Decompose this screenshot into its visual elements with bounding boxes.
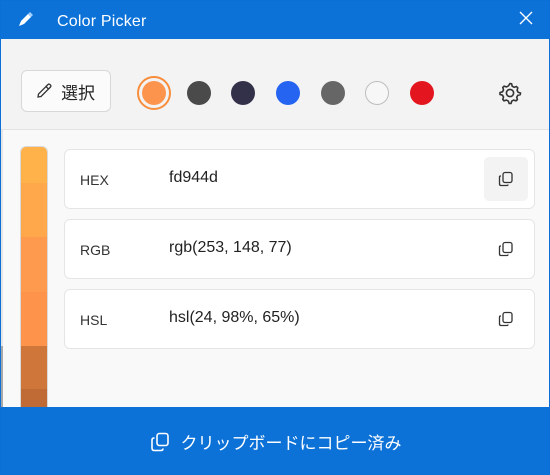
shade-segment[interactable] [21, 183, 47, 237]
shade-segment[interactable] [21, 292, 47, 346]
close-button[interactable] [503, 1, 549, 35]
select-label: 選択 [61, 83, 95, 103]
content-area: HEX fd944d RGB rgb(253, 148, 77) HSL hsl [1, 130, 549, 408]
copy-hex-button[interactable] [484, 157, 528, 201]
format-label: RGB [80, 242, 111, 258]
copy-icon [498, 241, 513, 257]
swatch-fill [142, 81, 166, 105]
color-shade-bar[interactable] [20, 146, 48, 408]
hex-row: HEX fd944d [64, 149, 535, 209]
eyedropper-icon [37, 83, 52, 98]
color-swatch[interactable] [276, 81, 300, 105]
format-value: fd944d [169, 169, 218, 186]
color-swatch[interactable] [187, 81, 211, 105]
color-swatch[interactable] [321, 81, 345, 105]
color-swatch-selected[interactable] [137, 76, 171, 110]
hsl-row: HSL hsl(24, 98%, 65%) [64, 289, 535, 349]
copy-icon [498, 171, 513, 187]
format-label: HEX [80, 172, 109, 188]
color-picker-window: Color Picker 選択 HEX fd944d RGB rgb(253, … [0, 0, 550, 475]
format-value: rgb(253, 148, 77) [169, 239, 292, 256]
shade-segment[interactable] [21, 389, 47, 408]
rgb-row: RGB rgb(253, 148, 77) [64, 219, 535, 279]
window-title: Color Picker [57, 13, 147, 30]
title-bar: Color Picker [1, 1, 549, 39]
copy-icon [150, 432, 169, 451]
shade-segment[interactable] [21, 346, 47, 389]
color-swatch[interactable] [410, 81, 434, 105]
shade-segment[interactable] [21, 237, 47, 292]
status-message: クリップボードにコピー済み [180, 434, 402, 453]
copy-rgb-button[interactable] [484, 227, 528, 271]
color-swatch[interactable] [365, 81, 389, 105]
app-icon [15, 10, 35, 30]
copy-icon [498, 311, 513, 327]
copy-hsl-button[interactable] [484, 297, 528, 341]
copied-notification: クリップボードにコピー済み [1, 407, 549, 474]
format-value: hsl(24, 98%, 65%) [169, 309, 300, 326]
select-button[interactable]: 選択 [21, 70, 111, 112]
color-swatch[interactable] [231, 81, 255, 105]
settings-gear-icon[interactable] [497, 80, 523, 106]
divider [1, 346, 3, 407]
shade-segment[interactable] [21, 147, 47, 183]
close-icon [519, 11, 533, 25]
toolbar: 選択 [1, 39, 549, 130]
format-label: HSL [80, 312, 108, 328]
